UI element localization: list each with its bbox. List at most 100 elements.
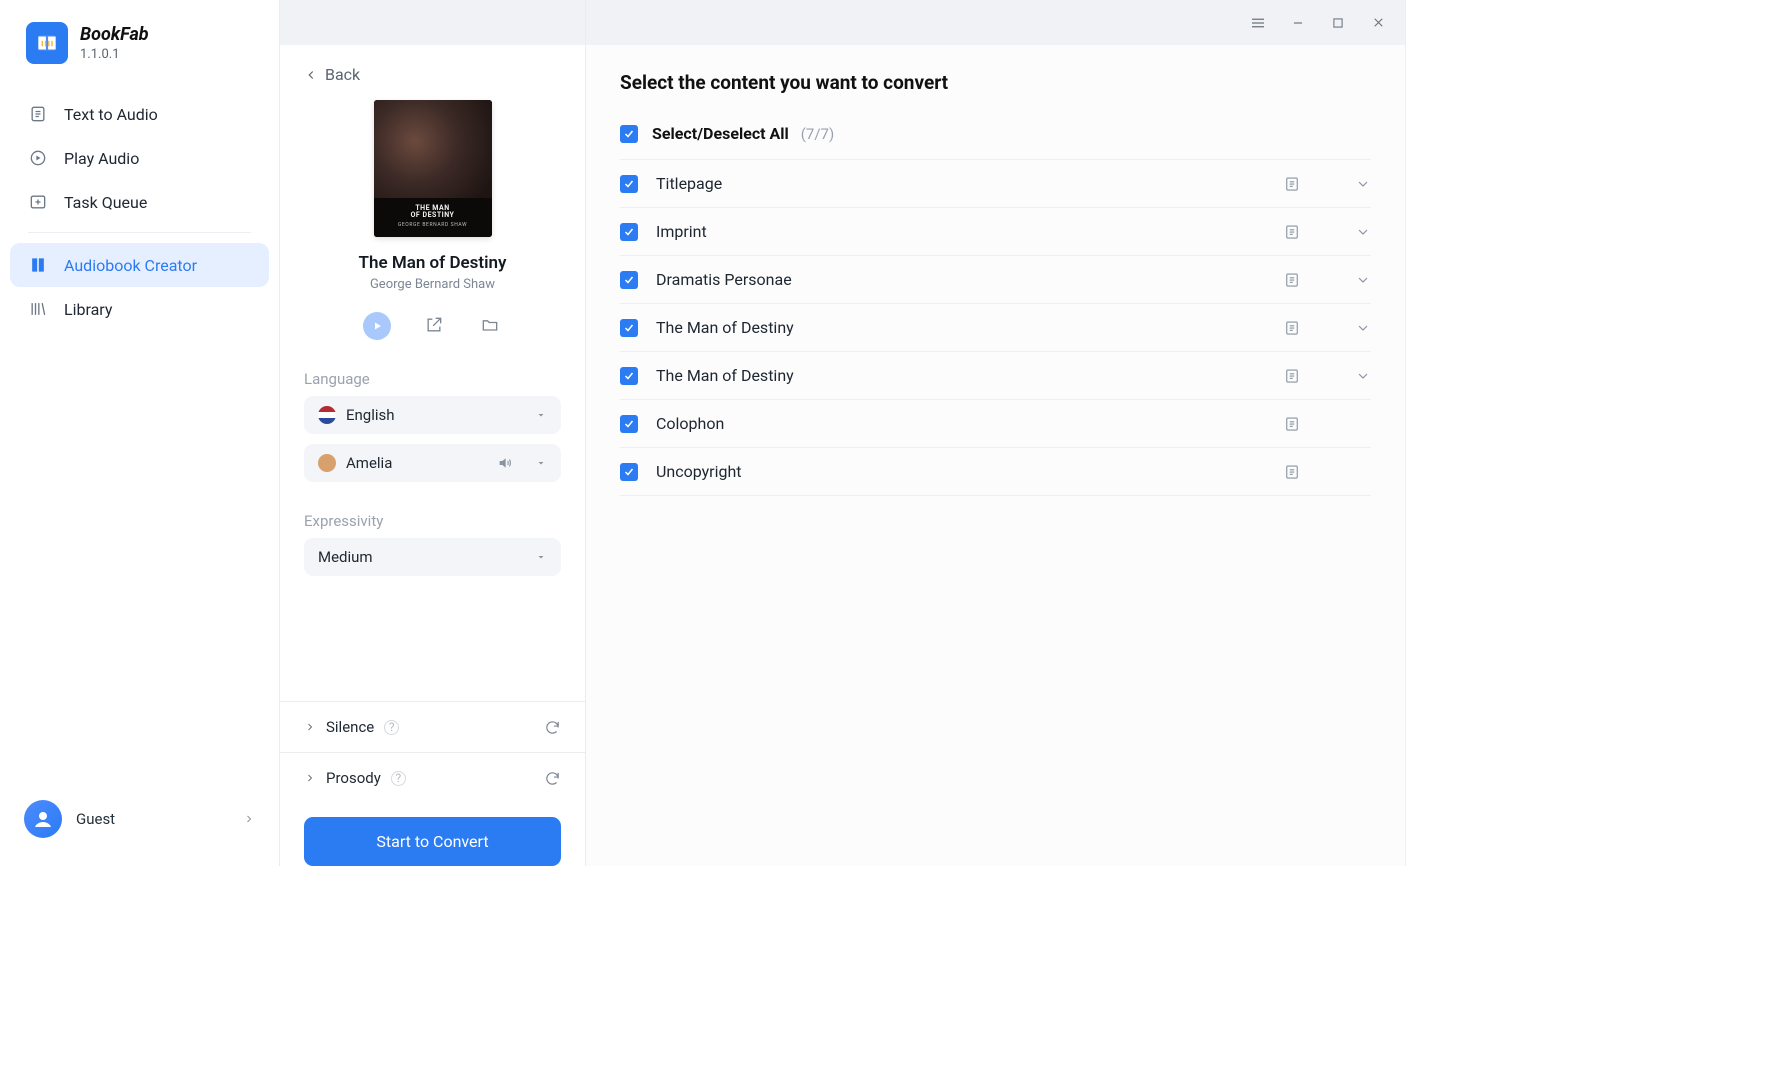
start-convert-button[interactable]: Start to Convert	[304, 817, 561, 866]
voice-select[interactable]: Amelia	[304, 444, 561, 482]
cover-title: THE MAN OF DESTINY	[378, 205, 488, 220]
document-icon[interactable]	[1283, 415, 1301, 433]
window-close-button[interactable]	[1369, 14, 1387, 32]
chevron-down-icon[interactable]	[1355, 224, 1371, 240]
document-icon[interactable]	[1283, 271, 1301, 289]
reset-icon[interactable]	[544, 719, 561, 736]
document-icon[interactable]	[1283, 367, 1301, 385]
prosody-label: Prosody	[326, 769, 381, 787]
item-label: The Man of Destiny	[656, 318, 794, 337]
document-icon[interactable]	[1283, 319, 1301, 337]
language-select[interactable]: English	[304, 396, 561, 434]
app-logo-icon	[26, 22, 68, 64]
document-icon[interactable]	[1283, 463, 1301, 481]
expressivity-section-label: Expressivity	[304, 512, 561, 530]
select-all-count: (7/7)	[801, 125, 834, 143]
logo-block: BookFab 1.1.0.1	[0, 22, 279, 78]
item-checkbox[interactable]	[620, 367, 638, 385]
item-label: The Man of Destiny	[656, 366, 794, 385]
language-section-label: Language	[304, 370, 561, 388]
window-maximize-button[interactable]	[1329, 14, 1347, 32]
speaker-icon[interactable]	[497, 455, 513, 471]
sidebar-item-label: Text to Audio	[64, 105, 158, 124]
content-item-row: The Man of Destiny	[620, 352, 1371, 400]
help-icon[interactable]: ?	[391, 771, 406, 786]
us-flag-icon	[318, 406, 336, 424]
preview-play-button[interactable]	[363, 312, 391, 340]
chevron-down-icon	[535, 551, 547, 563]
sidebar-item-task-queue[interactable]: Task Queue	[10, 180, 269, 224]
play-circle-icon	[28, 148, 48, 168]
item-label: Titlepage	[656, 174, 722, 193]
document-icon	[28, 104, 48, 124]
window-minimize-button[interactable]	[1289, 14, 1307, 32]
chevron-right-icon	[304, 772, 316, 784]
item-checkbox[interactable]	[620, 415, 638, 433]
expressivity-select[interactable]: Medium	[304, 538, 561, 576]
cover-author: GEORGE BERNARD SHAW	[378, 222, 488, 228]
voice-value: Amelia	[346, 454, 392, 472]
item-checkbox[interactable]	[620, 175, 638, 193]
prosody-section[interactable]: Prosody ?	[280, 752, 585, 803]
chevron-down-icon[interactable]	[1355, 272, 1371, 288]
item-checkbox[interactable]	[620, 319, 638, 337]
item-label: Dramatis Personae	[656, 270, 792, 289]
sidebar-item-label: Library	[64, 300, 112, 319]
chevron-right-icon	[304, 721, 316, 733]
item-checkbox[interactable]	[620, 223, 638, 241]
app-name: BookFab	[80, 24, 149, 45]
book-title: The Man of Destiny	[359, 253, 507, 273]
chevron-down-icon	[535, 409, 547, 421]
back-button[interactable]: Back	[304, 65, 561, 84]
book-icon	[28, 255, 48, 275]
silence-section[interactable]: Silence ?	[280, 701, 585, 752]
sidebar-item-label: Task Queue	[64, 193, 147, 212]
user-account-row[interactable]: Guest	[0, 790, 279, 848]
sidebar-item-library[interactable]: Library	[10, 287, 269, 331]
document-icon[interactable]	[1283, 223, 1301, 241]
menu-icon[interactable]	[1249, 14, 1267, 32]
user-avatar-icon	[24, 800, 62, 838]
voice-avatar-icon	[318, 454, 336, 472]
sidebar-divider	[28, 232, 251, 233]
window-titlebar	[586, 0, 1405, 45]
content-item-row: Titlepage	[620, 160, 1371, 208]
silence-label: Silence	[326, 718, 374, 736]
sidebar-item-play-audio[interactable]: Play Audio	[10, 136, 269, 180]
chevron-down-icon	[535, 457, 547, 469]
select-all-row: Select/Deselect All (7/7)	[620, 118, 1371, 160]
item-checkbox[interactable]	[620, 463, 638, 481]
open-folder-button[interactable]	[477, 312, 503, 338]
user-name: Guest	[76, 810, 115, 828]
library-icon	[28, 299, 48, 319]
page-title: Select the content you want to convert	[620, 71, 1371, 94]
chevron-left-icon	[304, 68, 318, 82]
reset-icon[interactable]	[544, 770, 561, 787]
book-cover: THE MAN OF DESTINY GEORGE BERNARD SHAW	[374, 100, 492, 237]
sidebar-item-label: Audiobook Creator	[64, 256, 197, 275]
chevron-down-icon[interactable]	[1355, 368, 1371, 384]
sidebar: BookFab 1.1.0.1 Text to Audio Play Audio…	[0, 0, 280, 866]
item-label: Colophon	[656, 414, 724, 433]
chevron-down-icon[interactable]	[1355, 320, 1371, 336]
item-checkbox[interactable]	[620, 271, 638, 289]
export-button[interactable]	[421, 312, 447, 338]
settings-panel: Back THE MAN OF DESTINY GEORGE BERNARD S…	[280, 0, 586, 866]
document-icon[interactable]	[1283, 175, 1301, 193]
content-item-row: Uncopyright	[620, 448, 1371, 496]
content-item-row: The Man of Destiny	[620, 304, 1371, 352]
content-item-row: Dramatis Personae	[620, 256, 1371, 304]
content-item-row: Imprint	[620, 208, 1371, 256]
select-all-checkbox[interactable]	[620, 125, 638, 143]
content-item-row: Colophon	[620, 400, 1371, 448]
expressivity-value: Medium	[318, 548, 373, 566]
chevron-down-icon[interactable]	[1355, 176, 1371, 192]
help-icon[interactable]: ?	[384, 720, 399, 735]
queue-icon	[28, 192, 48, 212]
sidebar-item-audiobook-creator[interactable]: Audiobook Creator	[10, 243, 269, 287]
language-value: English	[346, 406, 395, 424]
select-all-label: Select/Deselect All	[652, 124, 789, 143]
app-version: 1.1.0.1	[80, 47, 149, 62]
sidebar-item-text-to-audio[interactable]: Text to Audio	[10, 92, 269, 136]
item-label: Imprint	[656, 222, 707, 241]
